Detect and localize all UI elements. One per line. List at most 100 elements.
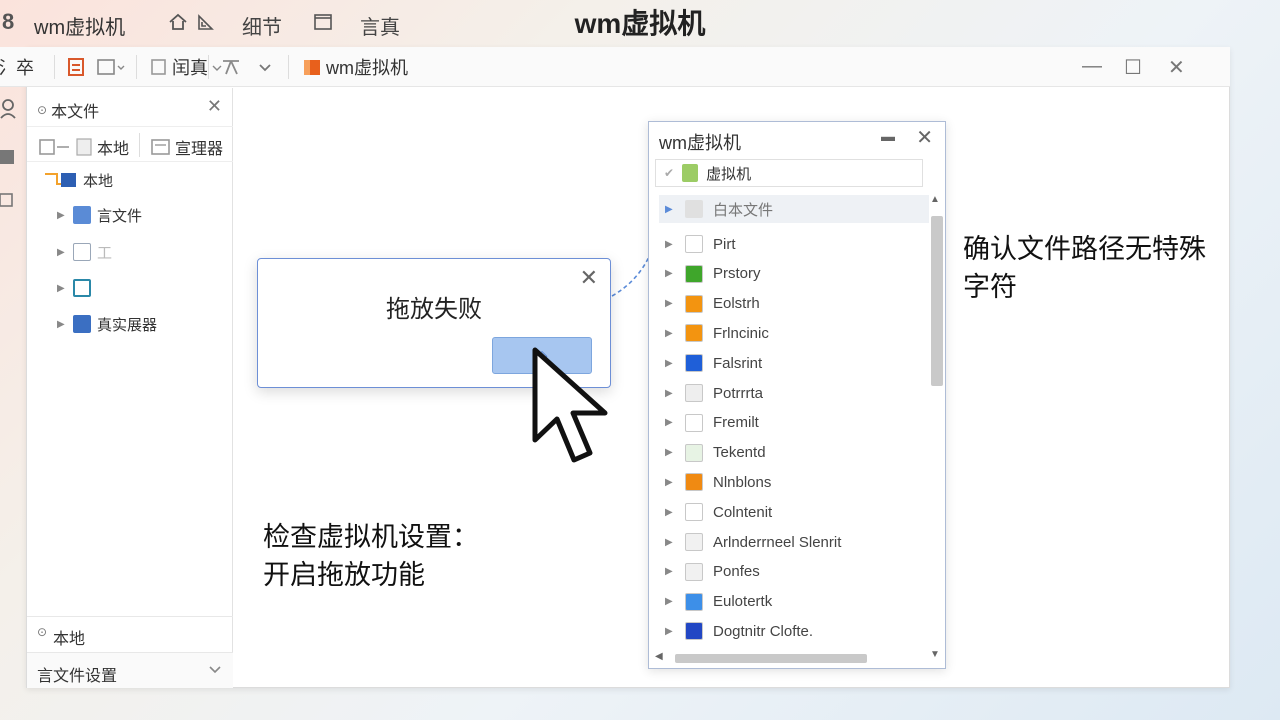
horizontal-scrollbar[interactable]: ◀ bbox=[655, 651, 925, 664]
close-button[interactable]: ✕ bbox=[1168, 55, 1185, 80]
list-item-label: Potrrrta bbox=[713, 384, 764, 402]
frame-dropdown-icon bbox=[97, 59, 125, 75]
list-item[interactable]: ▶ Potrrrta bbox=[665, 379, 763, 407]
list-item[interactable]: ▶ Nlnblons bbox=[665, 468, 771, 496]
top-bar: 8 wm虚拟机 细节 言真 wm虚拟机 bbox=[0, 0, 1280, 46]
expand-icon[interactable]: ▶ bbox=[665, 417, 675, 428]
expand-icon[interactable]: ▶ bbox=[665, 566, 675, 577]
expand-icon[interactable]: ▶ bbox=[57, 319, 67, 330]
panel-close-button[interactable]: ✕ bbox=[916, 125, 933, 150]
sidebar-bottom-settings[interactable]: 言文件设置 bbox=[27, 652, 233, 688]
expand-icon[interactable]: ▶ bbox=[57, 283, 67, 294]
window-title: wm虚拟机 bbox=[302, 47, 408, 87]
list-item[interactable]: ▶ Tekentd bbox=[665, 439, 766, 467]
toolbar-item-frame[interactable] bbox=[96, 47, 126, 87]
list-item-label: Dogtnitr Clofte. bbox=[713, 622, 814, 640]
image-icon[interactable] bbox=[0, 190, 20, 212]
list-item[interactable]: ▶ Pirt bbox=[665, 230, 736, 258]
file-icon bbox=[685, 235, 703, 253]
expand-icon[interactable]: ▶ bbox=[57, 247, 67, 258]
expand-icon[interactable]: ▶ bbox=[665, 239, 675, 250]
expand-icon[interactable]: ▶ bbox=[665, 596, 675, 607]
vm-file-panel: wm虚拟机 ▬ ✕ ✔ 虚拟机 ▶ 白本文件 ▶ Pirt ▶ Prstory ▶ Eol… bbox=[648, 121, 946, 669]
toolbar-item-1[interactable]: 氵卒 bbox=[0, 47, 34, 87]
window-title-label: wm虚拟机 bbox=[326, 58, 408, 78]
list-item[interactable]: ▶ Fremilt bbox=[665, 409, 759, 437]
expand-icon[interactable]: ▶ bbox=[665, 298, 675, 309]
file-icon bbox=[685, 473, 703, 492]
expand-icon[interactable]: ▶ bbox=[665, 268, 675, 279]
tree-item-local[interactable]: 本地 bbox=[43, 168, 113, 192]
manager-icon bbox=[151, 139, 170, 155]
expand-icon[interactable]: ▶ bbox=[665, 507, 675, 518]
list-item[interactable]: ▶ Colntenit bbox=[665, 498, 772, 526]
sidebar-tabs: 本地 宣理器 bbox=[27, 126, 233, 162]
panel-path-bar[interactable]: ✔ 虚拟机 bbox=[655, 159, 923, 187]
list-item-selected[interactable]: ▶ 白本文件 bbox=[659, 195, 929, 223]
scroll-thumb[interactable] bbox=[931, 216, 943, 386]
list-item[interactable]: ▶ Dogtnitr Clofte. bbox=[665, 617, 813, 645]
expand-icon[interactable]: ▶ bbox=[665, 477, 675, 488]
minimize-button[interactable]: — bbox=[1082, 55, 1102, 78]
tree-item-label: 工 bbox=[97, 244, 113, 262]
list-item-label: Fremilt bbox=[713, 414, 759, 432]
user-icon[interactable] bbox=[0, 98, 20, 120]
toolbar-dropdown[interactable] bbox=[258, 47, 272, 87]
toolbar-item-2-label: 闰真 bbox=[172, 58, 208, 78]
toolbar-item-2[interactable]: 闰真 bbox=[150, 47, 222, 87]
scroll-thumb[interactable] bbox=[675, 654, 867, 663]
scroll-left-icon[interactable]: ◀ bbox=[655, 651, 663, 662]
tree-item-work[interactable]: ▶ 工 bbox=[57, 240, 112, 264]
list-item[interactable]: ▶ Frlncinic bbox=[665, 319, 769, 347]
expand-icon[interactable]: ▶ bbox=[665, 358, 675, 369]
expand-icon[interactable]: ▶ bbox=[665, 388, 675, 399]
folder-icon bbox=[73, 206, 91, 224]
scroll-up-icon[interactable]: ▲ bbox=[930, 194, 940, 205]
list-item-label: Colntenit bbox=[713, 503, 773, 521]
expand-icon[interactable]: ▶ bbox=[665, 447, 675, 458]
toolbar-item-grid[interactable] bbox=[68, 47, 86, 87]
list-item[interactable]: ▶ Eolstrh bbox=[665, 290, 760, 318]
clock-icon: ⊙ bbox=[37, 625, 48, 639]
folder-icon[interactable] bbox=[0, 146, 20, 168]
list-item[interactable]: ▶ Arlnderrneel Slenrit bbox=[665, 528, 841, 556]
list-item-label: Pirt bbox=[713, 235, 736, 253]
list-item[interactable]: ▶ Eulotertk bbox=[665, 588, 772, 616]
list-item[interactable]: ▶ Prstory bbox=[665, 260, 761, 288]
toolbar: 氵卒 闰真 wm虚拟机 — ☐ ✕ bbox=[0, 47, 1230, 87]
left-icon-strip bbox=[0, 90, 24, 230]
divider bbox=[136, 55, 137, 79]
tree-item-label: 言文件 bbox=[97, 207, 143, 225]
tab-manager[interactable]: 宣理器 bbox=[151, 135, 223, 159]
annotation-line: 检查虚拟机设置： bbox=[263, 522, 479, 552]
list-item-label: Tekentd bbox=[713, 444, 766, 462]
local-tab-icon bbox=[39, 138, 92, 156]
dialog-close-icon[interactable]: ✕ bbox=[580, 265, 598, 291]
file-icon bbox=[685, 533, 703, 551]
sidebar-bottom-local[interactable]: ⊙ 本地 bbox=[27, 616, 233, 652]
document-icon bbox=[73, 243, 91, 261]
divider bbox=[54, 55, 55, 79]
toolbar-item-tools[interactable] bbox=[220, 47, 244, 87]
expand-icon[interactable]: ▶ bbox=[665, 204, 675, 215]
clock-icon: ⊙ bbox=[37, 103, 48, 117]
list-item[interactable]: ▶ Falsrint bbox=[665, 349, 762, 377]
expand-icon[interactable]: ▶ bbox=[665, 328, 675, 339]
network-drive-icon bbox=[73, 279, 91, 297]
vertical-scrollbar[interactable]: ▲ ▼ bbox=[929, 194, 943, 660]
panel-minimize-button[interactable]: ▬ bbox=[881, 128, 895, 144]
expand-icon[interactable]: ▶ bbox=[665, 626, 675, 637]
tree-item-network[interactable]: ▶ bbox=[57, 276, 97, 300]
expand-icon[interactable]: ▶ bbox=[57, 210, 67, 221]
list-item[interactable]: ▶ Ponfes bbox=[665, 558, 760, 586]
list-item-label: Falsrint bbox=[713, 354, 763, 372]
tree-item-real-devices[interactable]: ▶ 真实展器 bbox=[57, 312, 157, 336]
grid-icon bbox=[68, 58, 84, 76]
expand-icon[interactable]: ▶ bbox=[665, 537, 675, 548]
scroll-down-icon[interactable]: ▼ bbox=[930, 649, 940, 660]
sidebar-close-icon[interactable]: ✕ bbox=[207, 96, 222, 117]
device-icon bbox=[73, 315, 91, 333]
tab-local[interactable]: 本地 bbox=[39, 135, 129, 159]
maximize-button[interactable]: ☐ bbox=[1124, 55, 1142, 80]
tree-item-files[interactable]: ▶ 言文件 bbox=[57, 203, 142, 227]
